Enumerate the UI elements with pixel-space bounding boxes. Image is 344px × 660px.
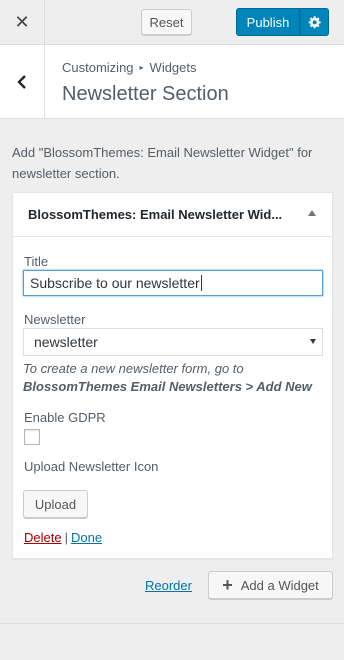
breadcrumb-separator-icon: ▸ (139, 63, 144, 72)
close-icon: ✕ (14, 11, 30, 32)
upload-button[interactable]: Upload (23, 490, 88, 518)
widget-title: BlossomThemes: Email Newsletter Wid... (28, 207, 283, 222)
back-button[interactable] (0, 45, 45, 118)
publish-group: Publish (236, 8, 329, 36)
done-link[interactable]: Done (71, 530, 102, 545)
publish-settings-button[interactable] (300, 8, 329, 36)
plus-icon: + (222, 575, 233, 595)
collapse-arrow-icon[interactable] (308, 210, 316, 216)
breadcrumb: Customizing ▸ Widgets (62, 60, 197, 75)
reset-button[interactable]: Reset (141, 9, 192, 35)
newsletter-hint: To create a new newsletter form, go to B… (23, 360, 323, 396)
widget-header[interactable]: BlossomThemes: Email Newsletter Wid... (13, 193, 332, 237)
text-cursor (200, 275, 202, 291)
section-description: Add "BlossomThemes: Email Newsletter Wid… (12, 145, 313, 181)
customizer-header: ✕ Reset Publish (0, 0, 344, 45)
widget-actions: Delete | Done (24, 530, 102, 545)
add-widget-button[interactable]: + Add a Widget (208, 571, 333, 599)
breadcrumb-customizing: Customizing (62, 60, 134, 75)
delete-link[interactable]: Delete (24, 530, 62, 545)
reorder-link[interactable]: Reorder (145, 578, 192, 593)
action-separator: | (64, 530, 68, 545)
gear-icon (308, 16, 321, 29)
dropdown-arrow-icon (310, 339, 316, 344)
chevron-left-icon (17, 74, 26, 89)
gdpr-label: Enable GDPR (24, 410, 106, 425)
hint-path: BlossomThemes Email Newsletters > Add Ne… (23, 379, 312, 394)
title-label: Title (24, 254, 49, 269)
divider (0, 623, 344, 624)
section-header: Customizing ▸ Widgets Newsletter Section (0, 45, 344, 119)
newsletter-select[interactable]: newsletter (23, 328, 323, 356)
add-widget-label: Add a Widget (240, 577, 319, 593)
gdpr-checkbox[interactable] (24, 429, 40, 445)
publish-button[interactable]: Publish (236, 8, 300, 36)
breadcrumb-widgets: Widgets (149, 60, 197, 75)
newsletter-widget: BlossomThemes: Email Newsletter Wid... T… (12, 192, 333, 559)
upload-icon-label: Upload Newsletter Icon (24, 459, 159, 474)
newsletter-label: Newsletter (24, 312, 86, 327)
hint-text: To create a new newsletter form, go to (23, 361, 244, 376)
title-input[interactable]: Subscribe to our newsletter (23, 270, 323, 296)
newsletter-select-value: newsletter (34, 334, 98, 350)
section-title: Newsletter Section (62, 83, 229, 105)
close-button[interactable]: ✕ (0, 0, 45, 44)
title-input-value: Subscribe to our newsletter (30, 275, 200, 291)
